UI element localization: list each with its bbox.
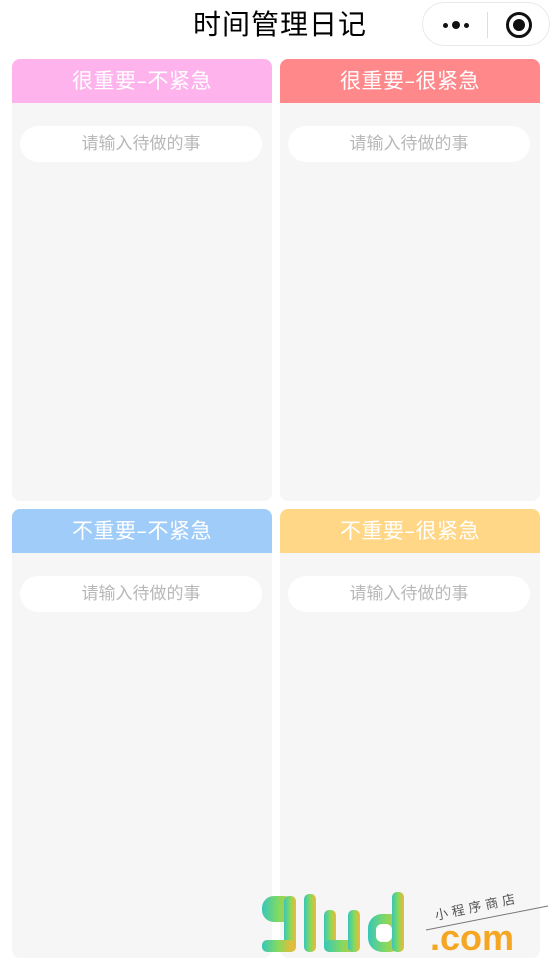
- more-dots-icon: [443, 22, 448, 28]
- quadrant-important-urgent: 很重要–很紧急: [280, 59, 540, 501]
- app-page: 时间管理日记 很重要–不紧急 很重要–很紧急 不重要–不紧急 不重要–很紧急: [0, 0, 560, 960]
- more-button[interactable]: [423, 3, 487, 45]
- navigation-bar: 时间管理日记: [0, 0, 560, 52]
- quadrant-title: 很重要–很紧急: [280, 59, 540, 103]
- quadrant-title: 不重要–不紧急: [12, 509, 272, 553]
- menu-capsule: [422, 2, 550, 46]
- quadrant-title: 不重要–很紧急: [280, 509, 540, 553]
- close-button[interactable]: [488, 3, 550, 45]
- quadrant-not-important-urgent: 不重要–很紧急: [280, 509, 540, 958]
- todo-input[interactable]: [288, 126, 530, 162]
- todo-input[interactable]: [288, 576, 530, 612]
- quadrant-important-not-urgent: 很重要–不紧急: [12, 59, 272, 501]
- quadrant-not-important-not-urgent: 不重要–不紧急: [12, 509, 272, 958]
- more-dots-icon: [464, 22, 469, 28]
- todo-input[interactable]: [20, 126, 262, 162]
- more-dots-icon: [452, 21, 460, 29]
- target-close-icon-center: [513, 19, 525, 31]
- quadrant-title: 很重要–不紧急: [12, 59, 272, 103]
- todo-input[interactable]: [20, 576, 262, 612]
